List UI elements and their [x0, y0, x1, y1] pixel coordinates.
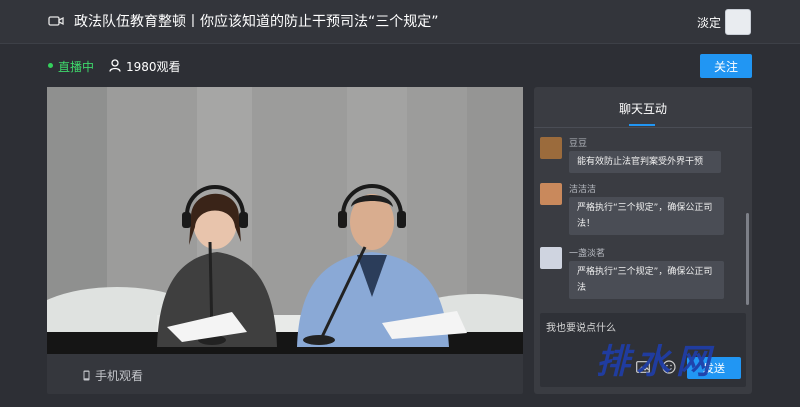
phone-icon — [83, 370, 90, 381]
watermark-logo: 排水网 — [596, 342, 716, 382]
top-bar: 政法队伍教育整顿丨你应该知道的防止干预司法“三个规定” 淡定 — [0, 0, 800, 44]
chat-message-list[interactable]: 豆豆 能有效防止法官判案受外界干预 洁洁洁 严格执行“三个规定”，确保公正司法！… — [534, 131, 752, 309]
follow-button[interactable]: 关注 — [700, 54, 752, 78]
avatar — [540, 137, 562, 159]
tab-chat[interactable]: 聊天互动 — [534, 100, 752, 117]
avatar — [540, 247, 562, 269]
chat-bubble: 能有效防止法官判案受外界干预 — [569, 151, 721, 173]
chat-scrollbar[interactable] — [746, 213, 749, 305]
chat-username: 豆豆 — [569, 139, 588, 149]
chat-bubble: 严格执行“三个规定”，确保公正司法 — [569, 261, 724, 299]
video-panel: 手机观看 — [47, 87, 523, 394]
page-title: 政法队伍教育整顿丨你应该知道的防止干预司法“三个规定” — [74, 14, 439, 30]
live-indicator-dot — [48, 63, 53, 68]
chat-username: 洁洁洁 — [569, 185, 597, 195]
avatar[interactable] — [725, 9, 751, 35]
video-player[interactable] — [47, 87, 523, 354]
phone-watch-link[interactable]: 手机观看 — [95, 367, 143, 384]
chat-username: 一盏淡茗 — [569, 249, 606, 259]
avatar — [540, 183, 562, 205]
viewer-count: 1980观看 — [126, 60, 181, 74]
video-scene — [47, 87, 523, 354]
divider — [534, 127, 752, 128]
live-status: 直播中 — [58, 60, 95, 74]
user-name[interactable]: 淡定 — [697, 14, 721, 31]
person-icon — [109, 59, 121, 72]
tab-indicator — [629, 124, 655, 126]
status-row: 直播中 1980观看 — [0, 52, 800, 80]
chat-bubble: 严格执行“三个规定”，确保公正司法！ — [569, 197, 724, 235]
video-bottom-bar: 手机观看 — [47, 354, 523, 394]
video-camera-icon — [48, 16, 64, 26]
